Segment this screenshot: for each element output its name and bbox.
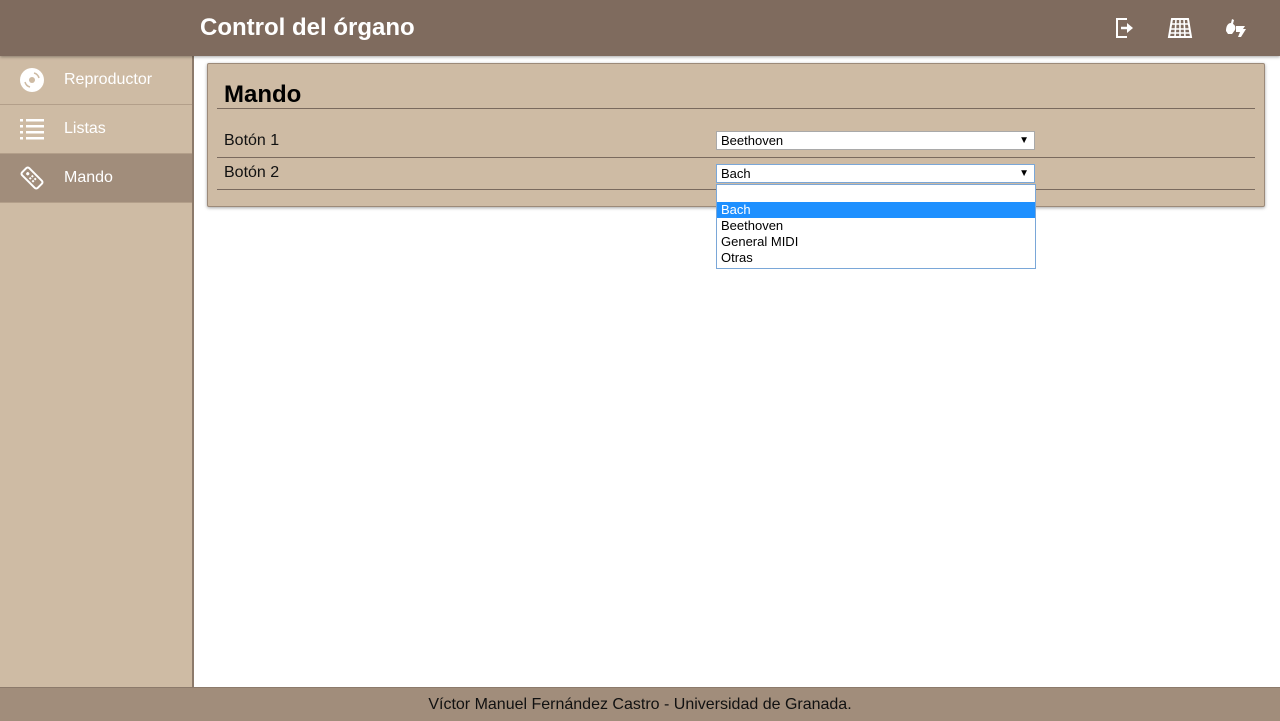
dropdown-option-empty[interactable] [717,186,1035,202]
button-1-label: Botón 1 [224,132,280,149]
row-divider [217,157,1255,158]
select-value: Beethoven [721,133,784,148]
title-divider [217,108,1255,109]
sidebar-item-label: Listas [64,120,106,137]
chevron-down-icon: ▼ [1019,135,1029,146]
chevron-down-icon: ▼ [1019,168,1029,179]
sidebar-item-listas[interactable]: Listas [0,105,192,154]
keyboard-icon[interactable] [1166,14,1194,42]
button-2-dropdown-list: Bach Beethoven General MIDI Otras [716,184,1036,269]
sidebar-item-mando[interactable]: Mando [0,154,192,203]
sidebar-item-reproductor[interactable]: Reproductor [0,56,192,105]
dropdown-option-otras[interactable]: Otras [717,250,1035,266]
footer: Víctor Manuel Fernández Castro - Univers… [0,687,1280,721]
app-title: Control del órgano [200,14,415,41]
page-title: Mando [224,81,302,108]
sidebar-item-label: Mando [64,169,113,186]
dropdown-option-beethoven[interactable]: Beethoven [717,218,1035,234]
list-icon [19,116,45,142]
sidebar: Reproductor Listas Mando [0,56,194,687]
logout-icon[interactable] [1110,14,1138,42]
app-header: Control del órgano [0,0,1280,56]
sign-language-icon[interactable] [1222,14,1250,42]
footer-text: Víctor Manuel Fernández Castro - Univers… [428,695,852,713]
button-1-select[interactable]: Beethoven ▼ [716,131,1035,150]
dropdown-option-bach[interactable]: Bach [717,202,1035,218]
sidebar-item-label: Reproductor [64,71,153,88]
dropdown-option-general-midi[interactable]: General MIDI [717,234,1035,250]
button-2-select[interactable]: Bach ▼ [716,164,1035,183]
remote-control-icon [19,165,45,191]
disc-icon [19,67,45,93]
button-2-label: Botón 2 [224,164,280,181]
select-value: Bach [721,166,751,181]
